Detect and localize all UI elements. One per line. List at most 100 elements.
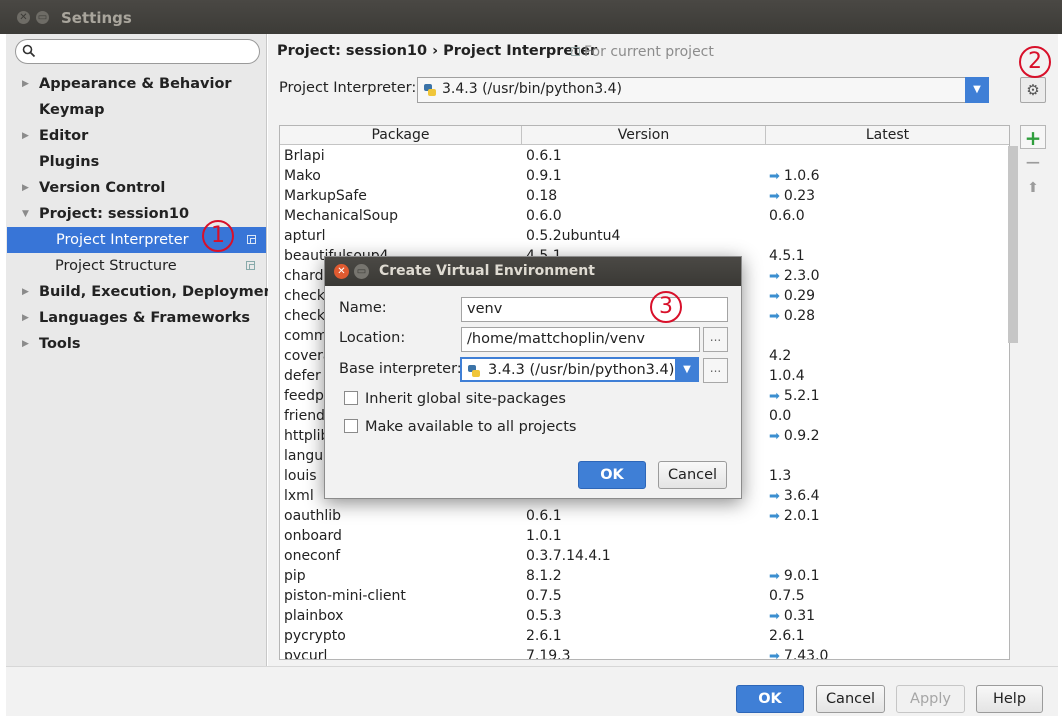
table-row[interactable]: onboard 1.0.1 <box>280 526 1009 546</box>
package-name-cell: piston-mini-client <box>284 588 406 604</box>
package-latest-value: 4.2 <box>769 348 792 364</box>
table-row[interactable]: plainbox 0.5.3 ➡ 0.31 <box>280 606 1009 626</box>
inherit-packages-checkbox[interactable] <box>344 391 358 405</box>
package-latest-cell: ➡ 3.6.4 <box>769 486 820 507</box>
interpreter-select[interactable]: 3.4.3 (/usr/bin/python3.4) ▼ <box>417 77 989 103</box>
annotation-marker-2: 2 <box>1019 46 1051 78</box>
project-scope-icon <box>247 235 256 244</box>
update-available-icon: ➡ <box>769 189 780 204</box>
package-latest-value: 0.9.2 <box>783 428 820 444</box>
table-scrollbar[interactable] <box>1008 146 1018 343</box>
package-name-cell: Brlapi <box>284 148 325 164</box>
sidebar-item-build[interactable]: ▶ Build, Execution, Deployment <box>6 279 281 305</box>
sidebar-item-keymap[interactable]: Keymap <box>6 97 266 123</box>
expand-arrow-icon[interactable]: ▶ <box>22 175 29 201</box>
ok-button[interactable]: OK <box>736 685 804 713</box>
package-latest-value: 0.7.5 <box>769 588 805 604</box>
package-latest-value: 9.0.1 <box>783 568 820 584</box>
expand-arrow-icon[interactable]: ▶ <box>22 71 29 97</box>
make-available-checkbox[interactable] <box>344 419 358 433</box>
chevron-down-icon[interactable]: ▼ <box>675 357 699 382</box>
browse-interpreter-button[interactable]: ... <box>703 358 728 383</box>
gear-icon[interactable]: ⚙ <box>1020 77 1046 103</box>
browse-location-button[interactable]: ... <box>703 327 728 352</box>
sidebar-item-editor[interactable]: ▶ Editor <box>6 123 266 149</box>
name-label: Name: <box>339 300 387 316</box>
create-venv-dialog: ✕ ▭ Create Virtual Environment Name: ven… <box>324 256 742 499</box>
window-title: Settings <box>61 9 132 27</box>
remove-package-icon[interactable]: − <box>1020 150 1046 174</box>
inherit-packages-option[interactable]: Inherit global site-packages <box>344 391 566 407</box>
table-row[interactable]: MechanicalSoup 0.6.0 0.6.0 <box>280 206 1009 226</box>
dialog-button-bar: OK Cancel Apply Help <box>6 666 1058 716</box>
collapse-arrow-icon[interactable]: ▼ <box>22 201 29 227</box>
dialog-ok-button[interactable]: OK <box>578 461 646 489</box>
make-available-option[interactable]: Make available to all projects <box>344 419 576 435</box>
package-version-cell: 0.5.3 <box>526 608 562 624</box>
add-package-icon[interactable]: + <box>1020 125 1046 150</box>
upgrade-package-icon[interactable]: ⬆ <box>1020 176 1046 200</box>
sidebar-item-appearance[interactable]: ▶ Appearance & Behavior <box>6 71 266 97</box>
sidebar-item-tools[interactable]: ▶ Tools <box>6 331 266 357</box>
package-name-cell: MarkupSafe <box>284 188 367 204</box>
package-name-cell: oauthlib <box>284 508 342 524</box>
package-name-cell: pycurl <box>284 648 328 660</box>
settings-sidebar: ▶ Appearance & Behavior Keymap ▶ Editor … <box>6 34 281 666</box>
chevron-down-icon[interactable]: ▼ <box>965 77 989 103</box>
sidebar-item-languages[interactable]: ▶ Languages & Frameworks <box>6 305 266 331</box>
table-row[interactable]: oauthlib 0.6.1 ➡ 2.0.1 <box>280 506 1009 526</box>
table-row[interactable]: pycurl 7.19.3 ➡ 7.43.0 <box>280 646 1009 660</box>
sidebar-item-project-structure[interactable]: Project Structure <box>6 253 266 279</box>
help-button[interactable]: Help <box>976 685 1043 713</box>
package-version-cell: 0.18 <box>526 188 558 204</box>
apply-button[interactable]: Apply <box>896 685 965 713</box>
table-row[interactable]: Brlapi 0.6.1 <box>280 146 1009 166</box>
column-header-package[interactable]: Package <box>280 126 522 145</box>
table-row[interactable]: MarkupSafe 0.18 ➡ 0.23 <box>280 186 1009 206</box>
search-input[interactable] <box>15 39 260 64</box>
column-header-version[interactable]: Version <box>522 126 766 145</box>
package-latest-cell: ➡ 7.43.0 <box>769 646 828 659</box>
expand-arrow-icon[interactable]: ▶ <box>22 305 29 331</box>
table-row[interactable]: apturl 0.5.2ubuntu4 <box>280 226 1009 246</box>
package-latest-value: 2.6.1 <box>769 628 805 644</box>
cancel-button[interactable]: Cancel <box>816 685 885 713</box>
table-row[interactable]: pip 8.1.2 ➡ 9.0.1 <box>280 566 1009 586</box>
minimize-window-icon[interactable]: ▭ <box>36 11 49 24</box>
close-window-icon[interactable]: ✕ <box>17 11 30 24</box>
update-available-icon: ➡ <box>769 429 780 444</box>
breadcrumb: Project: session10 › Project Interpreter <box>277 43 598 59</box>
package-latest-cell: ➡ 0.29 <box>769 286 815 307</box>
package-latest-cell: 1.0.4 <box>769 366 805 386</box>
column-header-latest[interactable]: Latest <box>766 126 1009 145</box>
dialog-cancel-button[interactable]: Cancel <box>658 461 727 489</box>
python-icon <box>468 365 480 377</box>
expand-arrow-icon[interactable]: ▶ <box>22 331 29 357</box>
package-latest-cell: ➡ 0.31 <box>769 606 815 627</box>
base-interpreter-label: Base interpreter: <box>339 361 462 377</box>
package-version-cell: 0.6.0 <box>526 208 562 224</box>
package-version-cell: 1.0.1 <box>526 528 562 544</box>
table-row[interactable]: Mako 0.9.1 ➡ 1.0.6 <box>280 166 1009 186</box>
package-name-cell: defer <box>284 368 321 384</box>
project-scope-icon <box>246 261 255 270</box>
base-interpreter-value: 3.4.3 (/usr/bin/python3.4) <box>488 362 675 378</box>
package-version-cell: 0.3.7.14.4.1 <box>526 548 611 564</box>
table-row[interactable]: piston-mini-client 0.7.5 0.7.5 <box>280 586 1009 606</box>
search-icon <box>22 44 36 58</box>
location-field[interactable]: /home/mattchoplin/venv <box>461 327 700 352</box>
package-version-cell: 0.6.1 <box>526 508 562 524</box>
close-icon[interactable]: ✕ <box>334 264 349 279</box>
table-row[interactable]: pycrypto 2.6.1 2.6.1 <box>280 626 1009 646</box>
package-version-cell: 2.6.1 <box>526 628 562 644</box>
sidebar-item-version-control[interactable]: ▶ Version Control <box>6 175 266 201</box>
expand-arrow-icon[interactable]: ▶ <box>22 279 29 305</box>
package-latest-value: 0.28 <box>783 308 816 324</box>
minimize-icon[interactable]: ▭ <box>354 264 369 279</box>
package-latest-value: 3.6.4 <box>783 488 820 504</box>
name-field[interactable]: venv <box>461 297 728 322</box>
table-row[interactable]: oneconf 0.3.7.14.4.1 <box>280 546 1009 566</box>
sidebar-item-plugins[interactable]: Plugins <box>6 149 266 175</box>
expand-arrow-icon[interactable]: ▶ <box>22 123 29 149</box>
base-interpreter-select[interactable]: 3.4.3 (/usr/bin/python3.4) ▼ <box>460 357 699 382</box>
